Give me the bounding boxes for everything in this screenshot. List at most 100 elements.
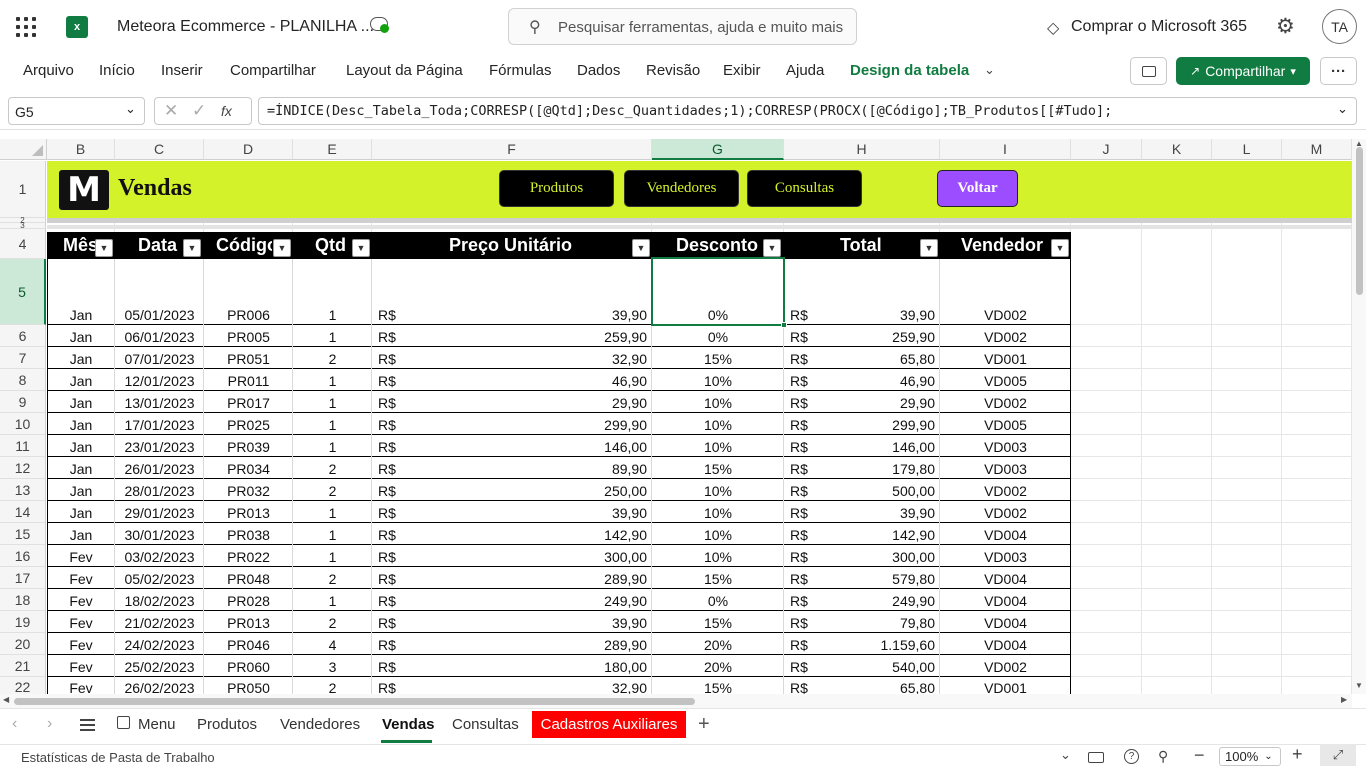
cell-preco[interactable]: 142,90 (372, 523, 652, 545)
cell-vendedor[interactable]: VD002 (940, 501, 1071, 523)
chevron-down-icon[interactable]: ⌄ (984, 62, 995, 78)
cell-total[interactable]: 249,90 (784, 589, 940, 611)
cell-qtd[interactable]: 2 (293, 611, 372, 633)
cell-total[interactable]: 500,00 (784, 479, 940, 501)
cell-total[interactable]: 39,90 (784, 501, 940, 523)
cell-data[interactable]: 26/02/2023 (115, 677, 204, 694)
selected-cell[interactable] (651, 257, 785, 326)
cell-data[interactable]: 26/01/2023 (115, 457, 204, 479)
name-box[interactable]: G5 ⌄ (8, 97, 145, 125)
filter-dropdown-icon[interactable]: ▼ (273, 239, 291, 257)
cell-vendedor[interactable]: VD004 (940, 567, 1071, 589)
cell-preco[interactable]: 39,90 (372, 501, 652, 523)
row-header[interactable]: 22 (0, 677, 46, 694)
cell-codigo[interactable]: PR005 (204, 325, 293, 347)
horizontal-scrollbar[interactable]: ◀ ▶ (0, 694, 1352, 708)
vendedores-button[interactable]: Vendedores (624, 170, 739, 207)
row-header[interactable]: 21 (0, 655, 46, 677)
cell-mes[interactable]: Fev (47, 567, 115, 589)
cell-codigo[interactable]: PR050 (204, 677, 293, 694)
cell-desconto[interactable]: 15% (652, 347, 784, 369)
cell-mes[interactable]: Fev (47, 655, 115, 677)
cell-preco[interactable]: 39,90 (372, 611, 652, 633)
cell-qtd[interactable]: 1 (293, 589, 372, 611)
cell-data[interactable]: 28/01/2023 (115, 479, 204, 501)
cell-codigo[interactable]: PR034 (204, 457, 293, 479)
cell-desconto[interactable]: 10% (652, 501, 784, 523)
row-header[interactable]: 12 (0, 457, 46, 479)
consultas-button[interactable]: Consultas (747, 170, 862, 207)
cell-qtd[interactable]: 1 (293, 435, 372, 457)
help-icon[interactable]: ? (1124, 749, 1139, 764)
row-header[interactable]: 7 (0, 347, 46, 369)
settings-gear-icon[interactable]: ⚙ (1276, 14, 1295, 39)
tab-ajuda[interactable]: Ajuda (786, 62, 824, 79)
cell-vendedor[interactable]: VD002 (940, 259, 1071, 325)
column-header-k[interactable]: K (1142, 139, 1212, 160)
cell-preco[interactable]: 180,00 (372, 655, 652, 677)
tab-consultas[interactable]: Consultas (452, 716, 519, 733)
all-sheets-menu-icon[interactable] (80, 719, 95, 731)
column-header-e[interactable]: E (293, 139, 372, 160)
cell-qtd[interactable]: 1 (293, 259, 372, 325)
cell-vendedor[interactable]: VD005 (940, 413, 1071, 435)
cell-qtd[interactable]: 1 (293, 523, 372, 545)
cell-desconto[interactable]: 20% (652, 633, 784, 655)
cell-mes[interactable]: Fev (47, 633, 115, 655)
cell-mes[interactable]: Jan (47, 369, 115, 391)
cell-desconto[interactable]: 15% (652, 457, 784, 479)
row-header[interactable]: 14 (0, 501, 46, 523)
prev-sheet-icon[interactable]: ‹ (12, 715, 17, 733)
tab-exibir[interactable]: Exibir (723, 62, 761, 79)
row-header[interactable]: 19 (0, 611, 46, 633)
cell-preco[interactable]: 46,90 (372, 369, 652, 391)
cell-vendedor[interactable]: VD004 (940, 611, 1071, 633)
filter-dropdown-icon[interactable]: ▼ (183, 239, 201, 257)
cell-preco[interactable]: 289,90 (372, 567, 652, 589)
column-header-d[interactable]: D (204, 139, 293, 160)
cell-codigo[interactable]: PR006 (204, 259, 293, 325)
chevron-down-icon[interactable]: ⌄ (1337, 101, 1348, 117)
tab-revisao[interactable]: Revisão (646, 62, 700, 79)
cell-total[interactable]: 146,00 (784, 435, 940, 457)
cell-data[interactable]: 05/02/2023 (115, 567, 204, 589)
column-header-m[interactable]: M (1282, 139, 1352, 160)
cell-data[interactable]: 30/01/2023 (115, 523, 204, 545)
cell-vendedor[interactable]: VD005 (940, 369, 1071, 391)
cell-total[interactable]: 29,90 (784, 391, 940, 413)
buy-microsoft-365-link[interactable]: Comprar o Microsoft 365 (1071, 18, 1247, 36)
cell-preco[interactable]: 249,90 (372, 589, 652, 611)
next-sheet-icon[interactable]: › (47, 715, 52, 733)
row-header[interactable]: 1 (0, 161, 46, 218)
cell-total[interactable]: 259,90 (784, 325, 940, 347)
cell-data[interactable]: 05/01/2023 (115, 259, 204, 325)
row-header[interactable]: 13 (0, 479, 46, 501)
cell-preco[interactable]: 32,90 (372, 347, 652, 369)
cell-mes[interactable]: Jan (47, 391, 115, 413)
cell-total[interactable]: 179,80 (784, 457, 940, 479)
cell-total[interactable]: 1.159,60 (784, 633, 940, 655)
row-header[interactable]: 5 (0, 259, 46, 325)
workbook-statistics[interactable]: Estatísticas de Pasta de Trabalho (21, 750, 215, 765)
cell-vendedor[interactable]: VD004 (940, 523, 1071, 545)
cell-preco[interactable]: 89,90 (372, 457, 652, 479)
cell-data[interactable]: 17/01/2023 (115, 413, 204, 435)
cell-total[interactable]: 300,00 (784, 545, 940, 567)
cell-desconto[interactable]: 0% (652, 589, 784, 611)
cell-data[interactable]: 21/02/2023 (115, 611, 204, 633)
column-header-f[interactable]: F (372, 139, 652, 160)
cell-vendedor[interactable]: VD003 (940, 457, 1071, 479)
cell-codigo[interactable]: PR011 (204, 369, 293, 391)
cell-desconto[interactable]: 10% (652, 413, 784, 435)
cell-desconto[interactable]: 15% (652, 611, 784, 633)
filter-dropdown-icon[interactable]: ▼ (352, 239, 370, 257)
column-header-h[interactable]: H (784, 139, 940, 160)
voltar-button[interactable]: Voltar (937, 170, 1018, 207)
cell-total[interactable]: 46,90 (784, 369, 940, 391)
row-header[interactable]: 17 (0, 567, 46, 589)
cell-data[interactable]: 25/02/2023 (115, 655, 204, 677)
row-header[interactable]: 15 (0, 523, 46, 545)
cell-desconto[interactable]: 10% (652, 391, 784, 413)
share-button[interactable]: ↗ Compartilhar ▾ (1176, 57, 1310, 85)
cell-mes[interactable]: Jan (47, 435, 115, 457)
